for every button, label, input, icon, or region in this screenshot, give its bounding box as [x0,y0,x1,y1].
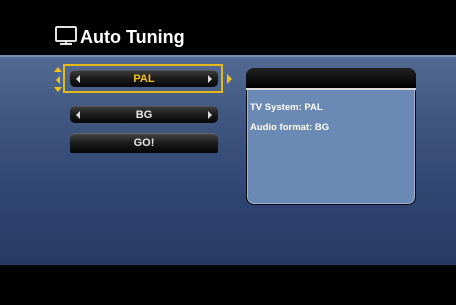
down-arrow-icon[interactable] [54,87,62,92]
tv-system-info: TV System: PAL [250,102,323,113]
go-button-label: GO! [133,137,155,149]
footer-bar [0,265,456,305]
audio-format-value: BG [135,109,153,121]
tv-system-value: PAL [133,73,155,85]
header-bar: Auto Tuning [0,0,456,55]
audio-format-selector[interactable]: BG [70,106,218,123]
info-box: TV System: PAL Audio format: BG [246,68,416,205]
info-box-header [246,68,416,88]
tv-system-selector[interactable]: PAL [70,70,218,87]
next-option-icon[interactable] [208,111,212,119]
tv-icon [55,26,77,45]
audio-format-info: Audio format: BG [250,122,330,133]
page-title: Auto Tuning [80,27,185,47]
next-option-icon[interactable] [208,75,212,83]
up-arrow-icon[interactable] [54,67,62,72]
go-button[interactable]: GO! [70,133,218,153]
info-box-body: TV System: PAL Audio format: BG [247,90,415,204]
right-arrow-icon[interactable] [227,74,232,84]
left-arrow-icon[interactable] [56,76,60,84]
